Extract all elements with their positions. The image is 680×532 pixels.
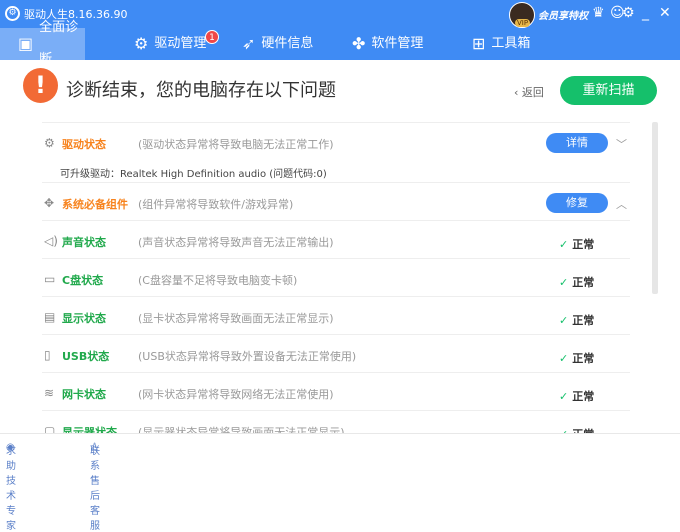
chevron-left-icon: ‹ [514, 86, 522, 99]
check-icon: ✓ [559, 352, 569, 365]
diagnosis-row: ◁) 声音状态 (声音状态异常将导致声音无法正常输出) ✓ 正常 [42, 220, 630, 258]
monitor-icon: ▢ [44, 424, 56, 433]
close-icon[interactable]: ✕ [659, 4, 671, 22]
row-name: 显示状态 [62, 312, 106, 325]
row-name: 系统必备组件 [62, 198, 128, 211]
status-ok: ✓正常 [559, 426, 594, 433]
status-ok: ✓正常 [559, 388, 594, 404]
row-description: (显示器状态异常将导致画面无法正常显示) [138, 426, 345, 433]
back-button[interactable]: ‹ 返回 [514, 84, 544, 100]
status-ok: ✓正常 [559, 274, 594, 290]
clover-icon: ✤ [352, 34, 366, 53]
check-icon: ✓ [559, 314, 569, 327]
status-text: 正常 [572, 314, 595, 327]
status-text: 正常 [572, 390, 595, 403]
check-icon: ✓ [559, 238, 569, 251]
diagnosis-row: ▯ USB状态 (USB状态异常将导致外置设备无法正常使用) ✓ 正常 [42, 334, 630, 372]
chevron-up-icon[interactable]: ︿ [616, 196, 627, 212]
status-ok: ✓正常 [559, 350, 594, 366]
vip-badge: VIP [515, 19, 531, 27]
monitor-icon: ▣ [18, 34, 34, 53]
minimize-icon[interactable]: _ [642, 4, 649, 22]
row-name: C盘状态 [62, 274, 104, 287]
speaker-icon: ◁) [44, 234, 58, 248]
row-description: (USB状态异常将导致外置设备无法正常使用) [138, 350, 357, 363]
wifi-icon: ≋ [44, 386, 55, 400]
gear-icon: ⚙ [44, 136, 55, 150]
check-icon: ✓ [559, 276, 569, 289]
scrollbar[interactable] [652, 122, 658, 294]
tab-driver-management[interactable]: ⚙ 驱动管理 [134, 28, 206, 60]
status-text: 正常 [572, 238, 595, 251]
crown-icon[interactable]: ♛ [592, 4, 605, 22]
status-text: 正常 [572, 276, 595, 289]
diagnosis-list: ⚙ 驱动状态 (驱动状态异常将导致电脑无法正常工作) 详情 ﹀ 可升级驱动：Realtek… [42, 122, 630, 433]
rocket-icon: ➶ [242, 34, 256, 53]
tab-hardware-info[interactable]: ➶ 硬件信息 [242, 28, 313, 60]
chevron-down-icon[interactable]: ﹀ [616, 136, 627, 152]
row-name: USB状态 [62, 350, 110, 363]
repair-button[interactable]: 修复 [546, 193, 608, 213]
page-title: 诊断结束，您的电脑存在以下问题 [66, 80, 336, 101]
app-logo-icon: ⚙ [5, 6, 20, 21]
diagnosis-row: ✥ 系统必备组件 (组件异常将导致软件/游戏异常) 修复 ︿ [42, 182, 630, 220]
diagnosis-row: ▭ C盘状态 (C盘容量不足将导致电脑变卡顿) ✓ 正常 [42, 258, 630, 296]
diagnosis-row: ▤ 显示状态 (显卡状态异常将导致画面无法正常显示) ✓ 正常 [42, 296, 630, 334]
row-description: (驱动状态异常将导致电脑无法正常工作) [138, 138, 334, 151]
tab-toolbox[interactable]: ⊞ 工具箱 [472, 28, 530, 60]
row-description: (显卡状态异常将导致画面无法正常显示) [138, 312, 334, 325]
row-name: 网卡状态 [62, 388, 106, 401]
disk-icon: ▭ [44, 272, 56, 286]
warning-icon: ! [23, 68, 58, 103]
gear-icon: ⚙ [134, 34, 149, 53]
tab-full-diagnosis[interactable]: ▣ 全面诊断 [0, 20, 85, 67]
row-description: (C盘容量不足将导致电脑变卡顿) [138, 274, 298, 287]
row-description: (组件异常将导致软件/游戏异常) [138, 198, 294, 211]
title-bar: ⚙ 驱动人生8.16.36.90 VIP 会员享特权 ♛ ☺ ⚙ _ ✕ [0, 0, 680, 28]
diagnosis-row: ≋ 网卡状态 (网卡状态异常将导致网络无法正常使用) ✓ 正常 [42, 372, 630, 410]
status-ok: ✓正常 [559, 312, 594, 328]
driver-detail: 可升级驱动：Realtek High Definition audio (问题代… [60, 169, 327, 180]
status-ok: ✓正常 [559, 236, 594, 252]
row-description: (网卡状态异常将导致网络无法正常使用) [138, 388, 334, 401]
diagnosis-row: ⚙ 驱动状态 (驱动状态异常将导致电脑无法正常工作) 详情 ﹀ 可升级驱动：Realtek… [42, 122, 630, 182]
main-tabs: ▣ 全面诊断 ⚙ 驱动管理 ➶ 硬件信息 ✤ 软件管理 ⊞ 工具箱 [0, 20, 680, 67]
details-button[interactable]: 详情 [546, 133, 608, 153]
driver-update-badge: 1 [205, 30, 219, 44]
row-name: 显示器状态 [62, 426, 117, 433]
check-icon: ✓ [559, 390, 569, 403]
usb-icon: ▯ [44, 348, 51, 362]
toolbox-icon: ⊞ [472, 34, 486, 53]
puzzle-icon: ✥ [44, 196, 55, 210]
footer: ◉ 求助技术专家 ♙ 联系售后客服 [0, 433, 680, 532]
gear-icon[interactable]: ⚙ [622, 4, 635, 22]
row-name: 驱动状态 [62, 138, 106, 151]
row-description: (声音状态异常将导致声音无法正常输出) [138, 236, 334, 249]
graphics-card-icon: ▤ [44, 310, 56, 324]
member-privilege-link[interactable]: 会员享特权 [538, 7, 588, 22]
tab-software-management[interactable]: ✤ 软件管理 [352, 28, 423, 60]
row-name: 声音状态 [62, 236, 106, 249]
rescan-button[interactable]: 重新扫描 [560, 76, 657, 105]
diagnosis-row: ▢ 显示器状态 (显示器状态异常将导致画面无法正常显示) ✓正常 [42, 410, 630, 433]
status-text: 正常 [572, 352, 595, 365]
